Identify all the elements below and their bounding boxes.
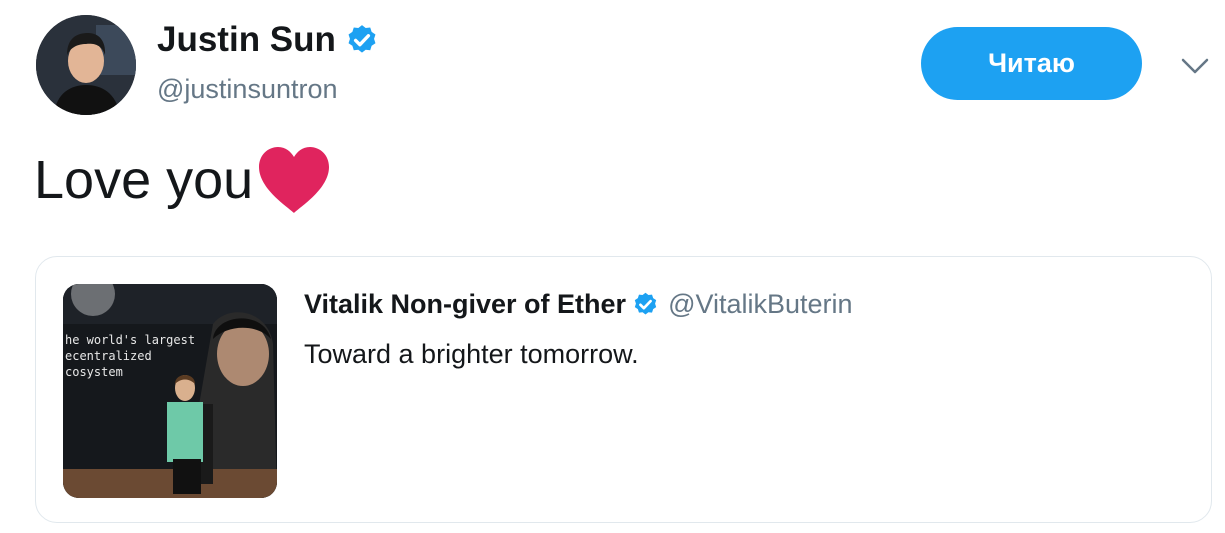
verified-badge-icon	[632, 291, 659, 318]
verified-badge-icon	[345, 23, 379, 57]
red-heart-icon	[255, 143, 333, 217]
media-banner-line-2: ecentralized	[65, 349, 152, 363]
avatar[interactable]	[36, 15, 136, 115]
tweet-text-content: Love you	[34, 150, 254, 210]
quoted-tweet-text: Toward a brighter tomorrow.	[304, 339, 639, 369]
quoted-display-name[interactable]: Vitalik Non-giver of Ether	[304, 287, 626, 321]
quoted-handle[interactable]: @VitalikButerin	[668, 287, 853, 321]
author-display-name[interactable]: Justin Sun	[157, 18, 336, 62]
quoted-tweet-image[interactable]: he world's largest ecentralized cosystem	[63, 284, 277, 498]
media-banner-line-3: cosystem	[65, 365, 123, 379]
tweet-text: Love you	[34, 140, 333, 220]
media-banner-line-1: he world's largest	[65, 333, 195, 347]
author-handle[interactable]: @justinsuntron	[157, 72, 338, 106]
quoted-tweet-header: Vitalik Non-giver of Ether @VitalikButer…	[304, 287, 853, 321]
quoted-tweet-card[interactable]: he world's largest ecentralized cosystem…	[35, 256, 1212, 523]
chevron-down-icon[interactable]	[1180, 55, 1210, 77]
author-name-row: Justin Sun	[157, 18, 379, 62]
follow-button[interactable]: Читаю	[921, 27, 1142, 100]
